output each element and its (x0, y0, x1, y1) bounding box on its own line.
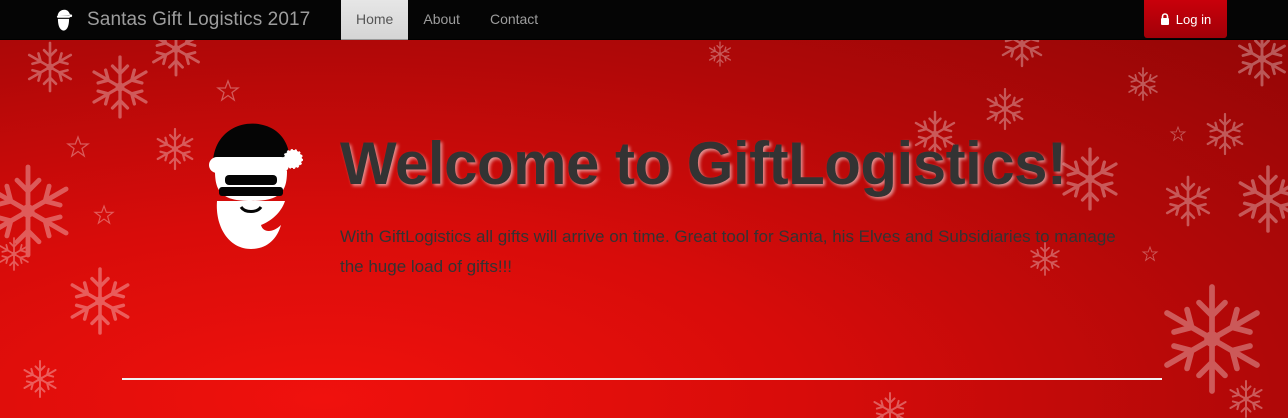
main-nav: Home About Contact (341, 0, 553, 40)
nav-home[interactable]: Home (341, 0, 409, 40)
lock-icon (1160, 13, 1169, 25)
divider (122, 378, 1162, 380)
brand-link[interactable]: Santas Gift Logistics 2017 (54, 0, 310, 39)
intro-text: With GiftLogistics all gifts will arrive… (340, 227, 1116, 276)
page-title: Welcome to GiftLogistics! (340, 130, 1067, 197)
nav-about[interactable]: About (408, 0, 475, 39)
santa-icon (209, 123, 303, 249)
santa-icon (56, 9, 73, 31)
login-label: Log in (1175, 11, 1212, 27)
hero-jumbotron: Welcome to GiftLogistics! With GiftLogis… (0, 39, 1288, 418)
login-button[interactable]: Log in (1144, 0, 1227, 38)
top-navbar: Santas Gift Logistics 2017 Home About Co… (0, 0, 1288, 40)
nav-contact[interactable]: Contact (475, 0, 553, 39)
brand-title: Santas Gift Logistics 2017 (87, 8, 311, 30)
